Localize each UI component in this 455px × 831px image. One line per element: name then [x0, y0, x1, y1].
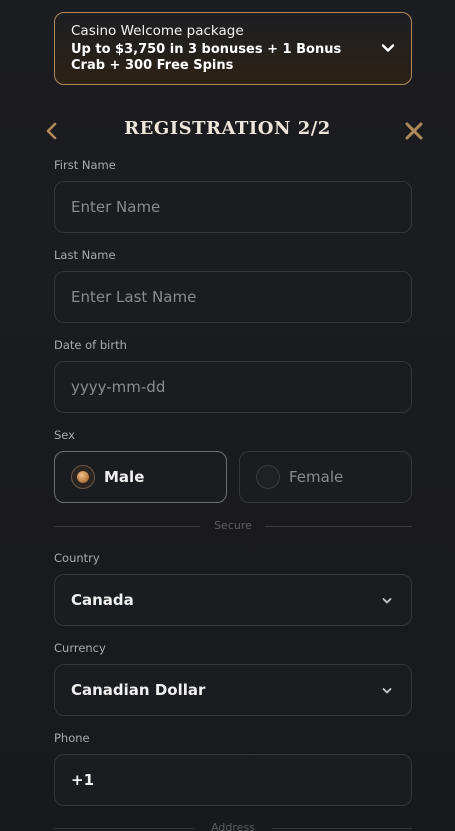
phone-field[interactable]: +1 — [54, 754, 412, 806]
sex-option-female[interactable]: Female — [239, 451, 412, 503]
first-name-input[interactable] — [71, 198, 395, 216]
address-divider: Address — [54, 821, 412, 831]
divider-line — [272, 828, 412, 829]
dob-input[interactable] — [71, 378, 395, 396]
radio-selected-dot — [77, 471, 89, 483]
currency-select[interactable]: Canadian Dollar — [54, 664, 412, 716]
last-name-label: Last Name — [54, 248, 116, 262]
first-name-label: First Name — [54, 158, 116, 172]
divider-text: Address — [211, 821, 255, 831]
registration-page: Casino Welcome package Up to $3,750 in 3… — [0, 0, 455, 831]
phone-value[interactable]: +1 — [71, 771, 94, 789]
sex-option-label: Male — [104, 468, 145, 486]
divider-line — [265, 526, 412, 527]
close-icon[interactable] — [403, 120, 425, 142]
phone-label: Phone — [54, 731, 90, 745]
country-label: Country — [54, 551, 100, 565]
country-select[interactable]: Canada — [54, 574, 412, 626]
dob-label: Date of birth — [54, 338, 127, 352]
sex-option-male[interactable]: Male — [54, 451, 227, 503]
chevron-down-icon[interactable] — [381, 41, 395, 55]
chevron-down-icon — [382, 598, 392, 604]
sex-label: Sex — [54, 428, 75, 442]
radio-button[interactable] — [71, 465, 95, 489]
dob-field[interactable] — [54, 361, 412, 413]
last-name-input[interactable] — [71, 288, 395, 306]
page-title: REGISTRATION 2/2 — [124, 118, 331, 139]
registration-header: REGISTRATION 2/2 — [0, 112, 455, 148]
chevron-down-icon — [382, 688, 392, 694]
sex-option-label: Female — [289, 468, 344, 486]
currency-value: Canadian Dollar — [71, 681, 206, 699]
currency-label: Currency — [54, 641, 106, 655]
country-value: Canada — [71, 591, 134, 609]
promo-text: Up to $3,750 in 3 bonuses + 1 Bonus Crab… — [71, 42, 342, 73]
welcome-package-banner[interactable]: Casino Welcome package Up to $3,750 in 3… — [54, 12, 412, 85]
last-name-field[interactable] — [54, 271, 412, 323]
radio-button[interactable] — [256, 465, 280, 489]
secure-divider: Secure — [54, 519, 412, 533]
promo-title: Casino Welcome package — [71, 23, 244, 39]
first-name-field[interactable] — [54, 181, 412, 233]
